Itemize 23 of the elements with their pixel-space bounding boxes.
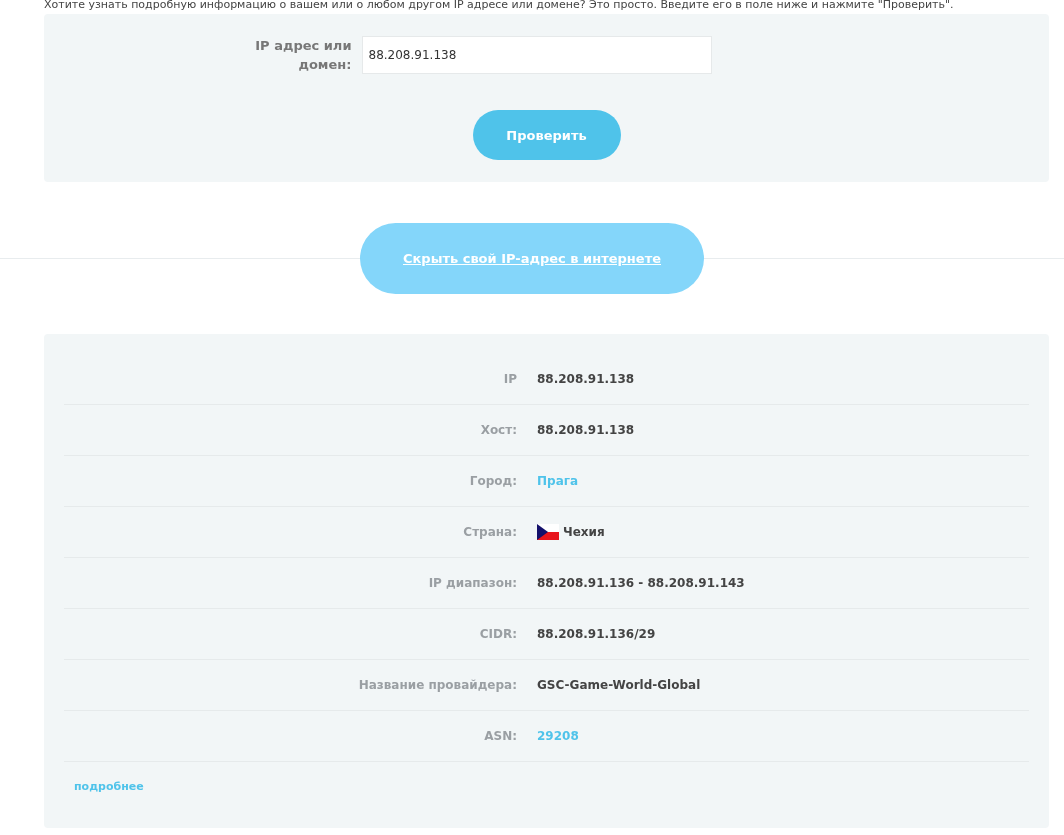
- info-label: Страна:: [462, 525, 518, 539]
- info-link[interactable]: 29208: [537, 729, 579, 743]
- info-label: ASN:: [483, 729, 518, 743]
- more-link[interactable]: подробнее: [74, 780, 144, 793]
- info-label: IP диапазон:: [427, 576, 518, 590]
- field-label: IP адрес или домен:: [254, 37, 352, 74]
- info-value: 88.208.91.138: [537, 423, 635, 437]
- intro-text: Хотите узнать подробную информацию о вашем или о любом другом IP адресе или домене? Это просто. Введите его в поле ниже и нажмите "Проверить".: [43, 0, 955, 13]
- info-value: 88.208.91.136/29: [537, 627, 656, 641]
- hide-ip-button[interactable]: Скрыть свой IP-адрес в интернете: [360, 223, 704, 294]
- info-link[interactable]: Прага: [537, 474, 579, 488]
- info-label: Название провайдера:: [357, 678, 518, 692]
- input-field[interactable]: 88.208.91.138: [361, 36, 712, 74]
- info-label: IP: [502, 372, 518, 386]
- flag-icon: [537, 524, 559, 540]
- info-value: Чехия: [563, 525, 605, 539]
- info-label: Город:: [468, 474, 518, 488]
- info-value: 88.208.91.138: [537, 372, 635, 386]
- info-label: Хост:: [479, 423, 518, 437]
- info-value: GSC-Game-World-Global: [537, 678, 701, 692]
- info-label: CIDR:: [478, 627, 518, 641]
- check-button[interactable]: Проверить: [472, 110, 621, 160]
- info-value: 88.208.91.136 - 88.208.91.143: [537, 576, 745, 590]
